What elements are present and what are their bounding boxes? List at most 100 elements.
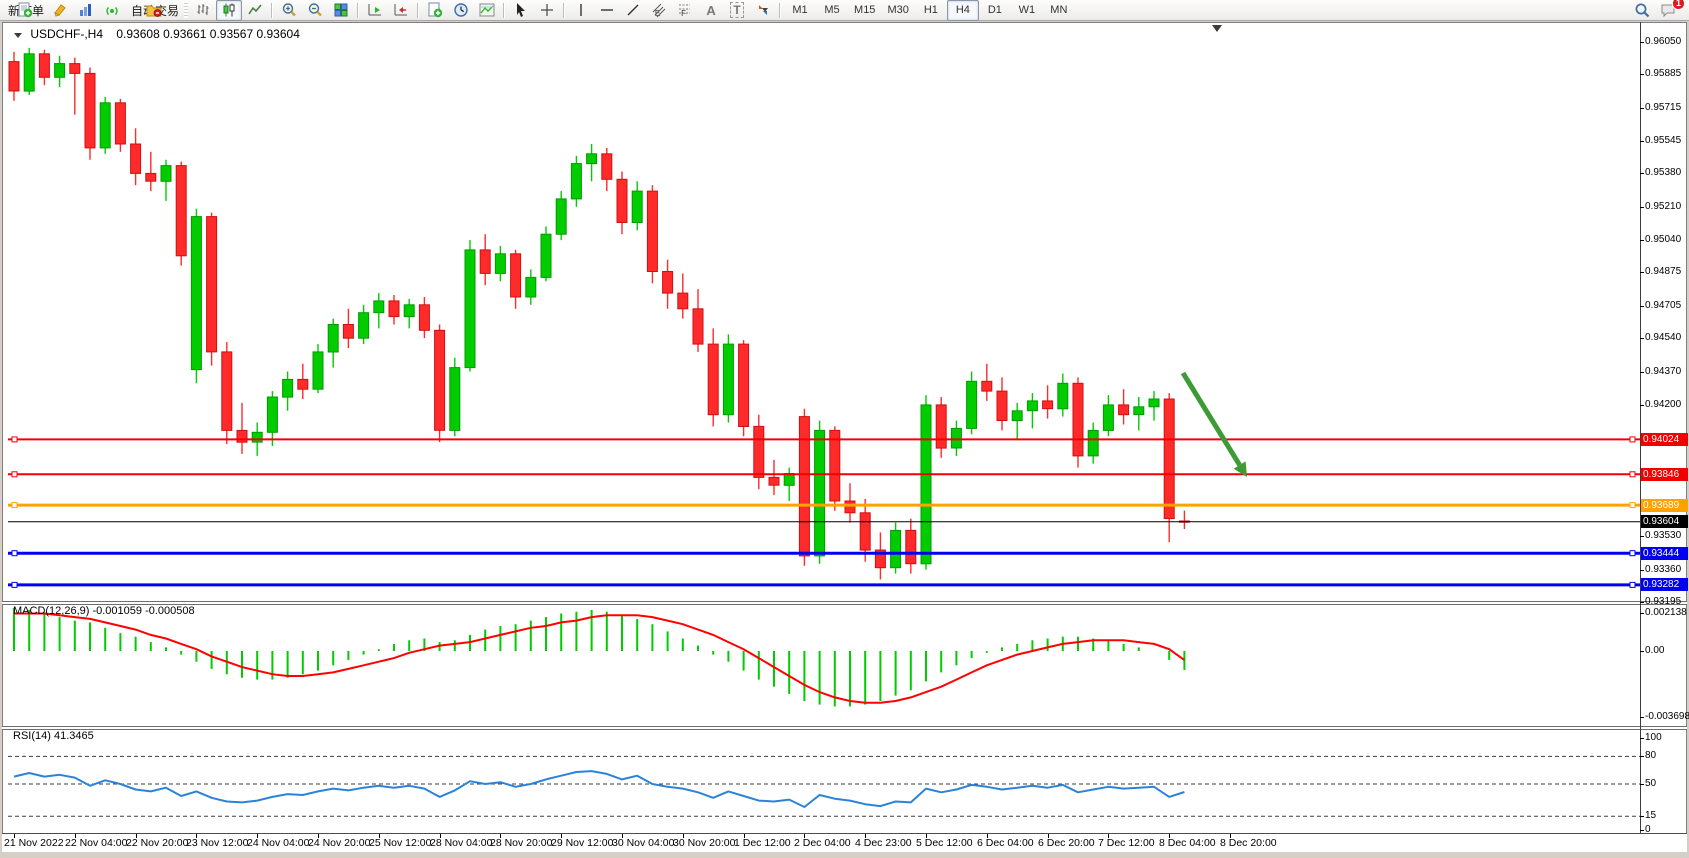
market-watch-button[interactable] (73, 0, 99, 21)
search-button[interactable] (1629, 0, 1655, 21)
timeframe-button-M1[interactable]: M1 (784, 0, 816, 21)
zoom-in-button[interactable] (276, 0, 302, 21)
timeframe-button-MN[interactable]: MN (1043, 0, 1075, 21)
time-tick-label: 24 Nov 20:00 (308, 837, 370, 849)
time-tick-label: 21 Nov 2022 (4, 837, 64, 849)
timeframe-button-D1[interactable]: D1 (979, 0, 1011, 21)
axis-tick-mark (1640, 372, 1644, 373)
price-level-tag: 0.94024 (1641, 433, 1688, 446)
templates-chart-icon (479, 2, 495, 18)
timeframe-button-W1[interactable]: W1 (1011, 0, 1043, 21)
rsi-pane-separator[interactable] (2, 726, 1687, 730)
profiles-clock-icon (453, 2, 469, 18)
text-icon: A (706, 3, 715, 18)
price-tick-label: 0.94200 (1645, 399, 1689, 410)
toolbar-separator (563, 3, 565, 18)
vertical-line-button[interactable] (568, 0, 594, 21)
axis-tick-mark (1640, 651, 1644, 652)
price-tick-label: 0.94875 (1645, 266, 1689, 277)
axis-tick-mark (1640, 207, 1644, 208)
timeframe-button-M5[interactable]: M5 (816, 0, 848, 21)
timeframe-group: M1M5M15M30H1H4D1W1MN (784, 0, 1075, 21)
bar-chart-button[interactable] (190, 0, 216, 21)
rsi-tick-label: 100 (1645, 732, 1689, 743)
price-chart-canvas[interactable] (8, 22, 1640, 602)
signal-button[interactable] (99, 0, 125, 21)
macd-pane-canvas[interactable] (8, 604, 1640, 727)
label-tool-button[interactable]: T (724, 0, 750, 21)
notification-badge: 1 (1672, 0, 1685, 10)
tile-windows-button[interactable] (328, 0, 354, 21)
toolbar-separator (779, 3, 781, 18)
trendline-icon (625, 2, 641, 18)
line-chart-button[interactable] (242, 0, 268, 21)
price-tick-label: 0.95715 (1645, 102, 1689, 113)
new-chart-dropdown[interactable] (422, 0, 448, 21)
axis-tick-mark (1640, 141, 1644, 142)
chevron-down-icon[interactable] (14, 33, 22, 38)
time-tick-label: 1 Dec 12:00 (734, 837, 791, 849)
trendline-button[interactable] (620, 0, 646, 21)
macd-tick-label: 0.002138 (1645, 607, 1689, 618)
timeframe-button-H1[interactable]: H1 (915, 0, 947, 21)
price-level-tag: 0.93846 (1641, 468, 1688, 481)
price-level-tag: 0.93689 (1641, 499, 1688, 512)
rsi-pane-canvas[interactable] (8, 729, 1640, 833)
zoom-out-icon (307, 2, 323, 18)
time-tick-label: 23 Nov 12:00 (186, 837, 248, 849)
price-tick-label: 0.94705 (1645, 300, 1689, 311)
price-tick-label: 0.94540 (1645, 332, 1689, 343)
timeframe-button-H4[interactable]: H4 (947, 0, 979, 21)
toolbar-separator (357, 3, 359, 18)
toolbar-separator (417, 3, 419, 18)
macd-indicator-label: MACD(12,26,9) -0.001059 -0.000508 (13, 605, 195, 617)
price-axis-border (1640, 22, 1641, 833)
axis-tick-mark (1640, 613, 1644, 614)
axis-tick-mark (1640, 738, 1644, 739)
price-tick-label: 0.95545 (1645, 135, 1689, 146)
crosshair-button[interactable] (534, 0, 560, 21)
candlestick-chart-icon (221, 2, 237, 18)
timeframe-button-M15[interactable]: M15 (848, 0, 881, 21)
text-tool-button[interactable]: A (698, 0, 724, 21)
price-tick-label: 0.94370 (1645, 366, 1689, 377)
cursor-icon (513, 2, 529, 18)
highlighter-button[interactable] (47, 0, 73, 21)
axis-tick-mark (1640, 570, 1644, 571)
profiles-dropdown[interactable] (448, 0, 474, 21)
axis-tick-mark (1640, 830, 1644, 831)
macd-tick-label: 0.00 (1645, 645, 1689, 656)
fibonacci-button[interactable]: F (672, 0, 698, 21)
candlestick-chart-button[interactable] (216, 0, 242, 21)
time-tick-label: 5 Dec 12:00 (916, 837, 973, 849)
time-tick-label: 7 Dec 12:00 (1098, 837, 1155, 849)
macd-pane-separator[interactable] (2, 601, 1687, 605)
arrows-dropdown[interactable] (750, 0, 776, 21)
price-tick-label: 0.95210 (1645, 201, 1689, 212)
zoom-out-button[interactable] (302, 0, 328, 21)
price-level-tag: 0.93604 (1641, 515, 1688, 528)
autotrading-button[interactable]: 自动交易 (125, 0, 182, 21)
horizontal-line-icon (599, 2, 615, 18)
rsi-tick-label: 50 (1645, 778, 1689, 789)
chart-title-row: USDCHF-,H4 0.93608 0.93661 0.93567 0.936… (14, 27, 300, 41)
axis-tick-mark (1640, 338, 1644, 339)
horizontal-line-button[interactable] (594, 0, 620, 21)
notifications-button[interactable]: 1 (1655, 0, 1681, 21)
price-tick-label: 0.96050 (1645, 36, 1689, 47)
time-tick-label: 24 Nov 04:00 (247, 837, 309, 849)
channel-button[interactable]: E (646, 0, 672, 21)
chart-shift-button[interactable] (388, 0, 414, 21)
new-order-button[interactable]: 新订单 (2, 0, 47, 21)
rsi-tick-label: 80 (1645, 750, 1689, 761)
templates-dropdown[interactable] (474, 0, 500, 21)
auto-scroll-button[interactable] (362, 0, 388, 21)
cursor-button[interactable] (508, 0, 534, 21)
timeframe-button-M30[interactable]: M30 (881, 0, 914, 21)
price-level-tag: 0.93282 (1641, 578, 1688, 591)
axis-tick-mark (1640, 756, 1644, 757)
fibonacci-icon (677, 2, 693, 18)
time-axis[interactable]: 21 Nov 202222 Nov 04:0022 Nov 20:0023 No… (2, 833, 1687, 852)
time-tick-label: 8 Dec 04:00 (1159, 837, 1216, 849)
toolbar-grip (184, 3, 188, 18)
